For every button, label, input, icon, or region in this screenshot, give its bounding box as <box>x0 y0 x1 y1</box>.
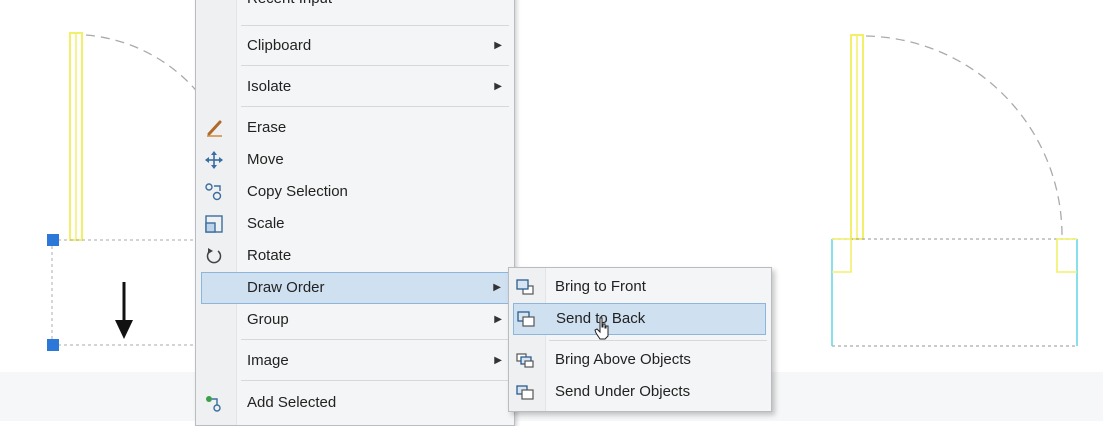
submenu-item-send-to-back[interactable]: Send to Back <box>513 303 766 335</box>
copy-selection-icon <box>205 183 222 201</box>
submenu-arrow-icon: ▶ <box>494 81 502 92</box>
menu-item-scale[interactable]: Scale <box>196 208 514 240</box>
submenu-arrow-icon: ▶ <box>494 355 502 366</box>
submenu-item-send-under-objects[interactable]: Send Under Objects <box>509 376 771 408</box>
menu-item-isolate[interactable]: Isolate ▶ <box>196 71 514 103</box>
down-arrow-icon <box>115 282 133 339</box>
scale-icon <box>205 215 223 233</box>
menu-item-group[interactable]: Group ▶ <box>196 304 514 336</box>
context-menu: Recent Input Clipboard ▶ Isolate ▶ Erase… <box>195 0 515 426</box>
menu-item-copy-selection[interactable]: Copy Selection <box>196 176 514 208</box>
bring-to-front-icon <box>516 279 534 295</box>
door-right[interactable] <box>831 34 1078 347</box>
submenu-arrow-icon: ▶ <box>494 314 502 325</box>
door-left[interactable] <box>51 32 201 346</box>
menu-item-rotate[interactable]: Rotate <box>196 240 514 272</box>
move-icon <box>205 151 223 169</box>
menu-item-move[interactable]: Move <box>196 144 514 176</box>
send-to-back-icon <box>517 311 535 327</box>
menu-item-clipboard[interactable]: Clipboard ▶ <box>196 30 514 62</box>
menu-separator <box>241 25 509 26</box>
add-selected-icon <box>206 396 221 412</box>
menu-item-erase[interactable]: Erase <box>196 112 514 144</box>
submenu-separator <box>549 340 767 341</box>
submenu-arrow-icon: ▶ <box>493 282 501 293</box>
bring-above-objects-icon <box>516 353 534 368</box>
menu-separator <box>241 106 509 107</box>
menu-item-add-selected[interactable]: Add Selected <box>196 387 514 419</box>
menu-item-recent-input[interactable]: Recent Input <box>196 0 514 15</box>
submenu-item-bring-to-front[interactable]: Bring to Front <box>509 271 771 303</box>
submenu-arrow-icon: ▶ <box>494 40 502 51</box>
erase-icon <box>207 120 222 137</box>
draw-order-submenu: Bring to Front Send to Back Bring Above … <box>508 267 772 412</box>
submenu-item-bring-above-objects[interactable]: Bring Above Objects <box>509 344 771 376</box>
menu-separator <box>241 339 509 340</box>
rotate-icon <box>206 248 222 264</box>
grip-handle-top[interactable] <box>47 234 59 246</box>
send-under-objects-icon <box>516 385 534 400</box>
menu-item-draw-order[interactable]: Draw Order ▶ <box>201 272 509 304</box>
menu-item-image[interactable]: Image ▶ <box>196 345 514 377</box>
grip-handle-bottom[interactable] <box>47 339 59 351</box>
menu-separator <box>241 380 509 381</box>
mouse-pointer-icon <box>594 317 609 340</box>
menu-separator <box>241 65 509 66</box>
